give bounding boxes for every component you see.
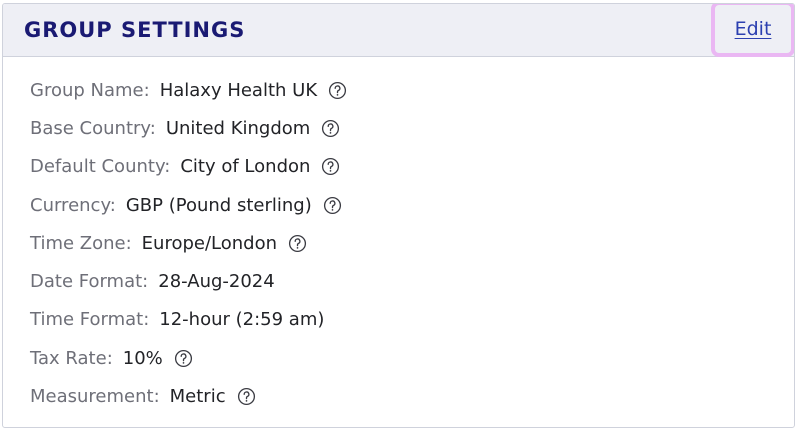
setting-value: City of London (180, 156, 311, 178)
setting-label: Group Name: (30, 79, 150, 101)
setting-value: United Kingdom (165, 117, 311, 139)
setting-row-tax-rate: Tax Rate: 10% (30, 339, 347, 377)
edit-link[interactable]: Edit (711, 4, 794, 57)
setting-value: Metric (169, 386, 226, 408)
question-circle-icon[interactable] (328, 81, 347, 100)
question-circle-icon[interactable] (174, 349, 193, 368)
setting-row-base-country: Base Country: United Kingdom (30, 109, 347, 147)
setting-label: Time Zone: (30, 232, 132, 254)
group-settings-panel: GROUP SETTINGS Edit Group Name: Halaxy H… (2, 3, 795, 428)
setting-row-time-zone: Time Zone: Europe/London (30, 224, 347, 262)
setting-value: GBP (Pound sterling) (125, 194, 312, 216)
setting-value: 12-hour (2:59 am) (159, 309, 325, 331)
panel-header: GROUP SETTINGS Edit (3, 4, 794, 57)
setting-row-time-format: Time Format: 12-hour (2:59 am) (30, 301, 347, 339)
panel-title: GROUP SETTINGS (24, 18, 246, 42)
question-circle-icon[interactable] (237, 387, 256, 406)
settings-list: Group Name: Halaxy Health UK Base Countr… (30, 71, 347, 416)
setting-label: Tax Rate: (30, 347, 113, 369)
question-circle-icon[interactable] (288, 234, 307, 253)
setting-value: 10% (122, 347, 163, 369)
question-circle-icon[interactable] (323, 196, 342, 215)
setting-row-currency: Currency: GBP (Pound sterling) (30, 186, 347, 224)
setting-row-date-format: Date Format: 28-Aug-2024 (30, 262, 347, 300)
setting-label: Base Country: (30, 117, 156, 139)
setting-label: Measurement: (30, 386, 160, 408)
setting-label: Default County: (30, 156, 171, 178)
setting-row-measurement: Measurement: Metric (30, 377, 347, 415)
question-circle-icon[interactable] (321, 157, 340, 176)
setting-label: Date Format: (30, 271, 149, 293)
setting-label: Currency: (30, 194, 116, 216)
question-circle-icon[interactable] (321, 119, 340, 138)
setting-value: 28-Aug-2024 (158, 271, 275, 293)
setting-value: Halaxy Health UK (159, 79, 318, 101)
setting-label: Time Format: (30, 309, 150, 331)
setting-row-group-name: Group Name: Halaxy Health UK (30, 71, 347, 109)
setting-value: Europe/London (141, 232, 278, 254)
setting-row-default-county: Default County: City of London (30, 148, 347, 186)
